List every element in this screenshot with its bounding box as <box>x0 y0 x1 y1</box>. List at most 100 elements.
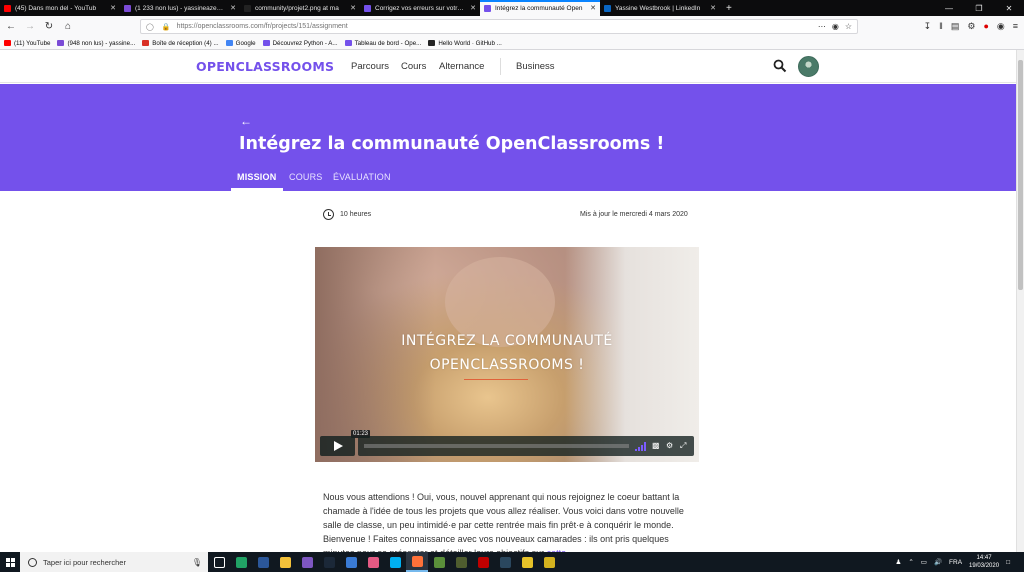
download-icon[interactable]: ↧ <box>924 21 932 32</box>
people-icon[interactable]: ♟ <box>896 558 902 566</box>
word-taskbar-icon[interactable] <box>252 552 274 572</box>
app-pink-taskbar-icon[interactable] <box>362 552 384 572</box>
extension-icon-2[interactable]: ◉ <box>997 21 1005 32</box>
browser-tab-strip: (45) Dans mon del - YouTub ✕ (1 233 non lu… <box>0 0 1024 16</box>
bookmark-item[interactable]: (948 non lus) - yassine... <box>57 40 135 47</box>
bookmark-item[interactable]: (11) YouTube <box>4 40 50 47</box>
forward-arrow-icon[interactable]: → <box>22 19 38 35</box>
nav-cours[interactable]: Cours <box>401 61 426 72</box>
bookmark-label: Boîte de réception (4) ... <box>152 39 219 47</box>
url-bar[interactable]: ◯ 🔒 https://openclassrooms.com/fr/projec… <box>140 19 858 34</box>
taskbar-date: 19/03/2020 <box>969 563 1000 569</box>
tab-close-icon[interactable]: ✕ <box>590 4 596 12</box>
bookmark-item[interactable]: Google <box>225 40 256 47</box>
video-player[interactable]: INTÉGREZ LA COMMUNAUTÉ OPENCLASSROOMS ! … <box>315 247 699 462</box>
filezilla-taskbar-icon[interactable] <box>472 552 494 572</box>
firefox-taskbar-icon[interactable] <box>406 552 428 572</box>
bookmark-favicon-icon <box>262 40 270 46</box>
browser-tab[interactable]: community/projet2.png at ma ✕ <box>240 0 360 16</box>
sidebar-icon[interactable]: ▤ <box>951 21 960 32</box>
bookmark-favicon-icon <box>344 40 352 46</box>
library-icon[interactable]: ‖ <box>939 21 943 32</box>
tab-cours[interactable]: COURS <box>289 172 323 182</box>
tab-title: Corrigez vos erreurs sur votre ci <box>375 4 468 12</box>
nav-divider <box>500 58 501 75</box>
tab-title: community/projet2.png at ma <box>255 4 339 12</box>
browser-tab[interactable]: (1 233 non lus) - yassineazem@ ✕ <box>120 0 240 16</box>
tab-mission[interactable]: MISSION <box>237 172 276 182</box>
app-green-taskbar-icon[interactable] <box>428 552 450 572</box>
app-network-taskbar-icon[interactable] <box>340 552 362 572</box>
back-arrow-icon[interactable]: ← <box>3 19 19 35</box>
file-explorer-taskbar-icon[interactable] <box>274 552 296 572</box>
cortana-icon <box>28 557 37 567</box>
app-game-taskbar-icon[interactable] <box>450 552 472 572</box>
close-window-icon[interactable]: ✕ <box>994 4 1024 13</box>
taskbar-clock[interactable]: 14:47 19/03/2020 <box>969 554 999 570</box>
steam-taskbar-icon[interactable] <box>318 552 340 572</box>
home-icon[interactable]: ⌂ <box>60 19 76 35</box>
video-progress-bar[interactable] <box>364 444 629 448</box>
nav-business[interactable]: Business <box>516 61 555 72</box>
windows-start-icon[interactable] <box>0 552 20 572</box>
speaker-icon[interactable]: 🔊 <box>934 558 942 566</box>
skype-taskbar-icon[interactable] <box>384 552 406 572</box>
play-button[interactable] <box>320 436 355 456</box>
app-purple-taskbar-icon[interactable] <box>296 552 318 572</box>
taskbar-search[interactable]: Taper ici pour rechercher 🎙 <box>20 552 208 572</box>
settings-gear-icon[interactable]: ⚙ <box>666 441 673 450</box>
language-indicator[interactable]: FRA <box>949 559 962 566</box>
bookmark-star-icon[interactable]: ☆ <box>845 22 852 31</box>
network-icon[interactable]: ▭ <box>921 558 927 566</box>
browser-tab[interactable]: Intégrez la communauté Open ✕ <box>480 0 600 16</box>
bookmark-item[interactable]: Boîte de réception (4) ... <box>142 39 219 47</box>
app-yellow-taskbar-icon[interactable] <box>516 552 538 572</box>
captions-icon[interactable]: ▩ <box>652 441 660 450</box>
page-scrollbar[interactable] <box>1016 50 1024 552</box>
bookmark-item[interactable]: Tableau de bord - Ope... <box>344 39 422 47</box>
tab-close-icon[interactable]: ✕ <box>470 4 476 12</box>
notification-icon[interactable]: □ <box>1006 559 1010 566</box>
browser-tab[interactable]: (45) Dans mon del - YouTub ✕ <box>0 0 120 16</box>
tray-chevron-icon[interactable]: ⌃ <box>908 558 913 566</box>
bookmark-item[interactable]: Découvrez Python - A... <box>262 40 338 47</box>
page-actions-icon[interactable]: ⋯ <box>818 22 826 31</box>
tab-evaluation[interactable]: ÉVALUATION <box>333 172 391 182</box>
scrollbar-thumb[interactable] <box>1018 60 1023 290</box>
extension-badge-icon[interactable]: ● <box>983 21 988 32</box>
app-yellow-2-taskbar-icon[interactable] <box>538 552 560 572</box>
menu-icon[interactable]: ≡ <box>1013 21 1018 32</box>
volume-icon[interactable] <box>635 442 647 451</box>
nav-parcours[interactable]: Parcours <box>351 61 389 72</box>
taskbar-apps <box>208 552 560 572</box>
back-arrow-icon[interactable]: ← <box>240 114 252 128</box>
bookmark-item[interactable]: Hello World · GitHub ... <box>428 40 502 47</box>
reload-icon[interactable]: ↻ <box>41 19 57 35</box>
restore-icon[interactable]: ❐ <box>964 4 994 13</box>
lock-icon[interactable]: 🔒 <box>162 23 171 31</box>
user-avatar[interactable] <box>798 56 819 77</box>
extension-icon[interactable]: ⚙ <box>967 21 975 32</box>
pocket-icon[interactable]: ◉ <box>832 22 839 31</box>
search-icon[interactable] <box>773 59 787 73</box>
fullscreen-icon[interactable]: ⤢ <box>680 441 686 451</box>
nav-alternance[interactable]: Alternance <box>439 61 484 72</box>
tab-close-icon[interactable]: ✕ <box>110 4 116 12</box>
browser-tab[interactable]: Yassine Westbrook | LinkedIn ✕ <box>600 0 720 16</box>
microphone-icon[interactable]: 🎙 <box>192 558 202 567</box>
openclassrooms-logo[interactable]: OPENCLASSROOMS <box>196 59 334 74</box>
new-tab-button[interactable]: + <box>720 3 738 14</box>
task-view-taskbar-icon[interactable] <box>208 552 230 572</box>
excel-taskbar-icon[interactable] <box>230 552 252 572</box>
active-tab-indicator <box>231 188 283 191</box>
browser-toolbar: ← → ↻ ⌂ ◯ 🔒 https://openclassrooms.com/f… <box>0 16 1024 37</box>
tab-close-icon[interactable]: ✕ <box>230 4 236 12</box>
shield-icon[interactable]: ◯ <box>146 23 154 31</box>
browser-tab[interactable]: Corrigez vos erreurs sur votre ci ✕ <box>360 0 480 16</box>
steam-2-taskbar-icon[interactable] <box>494 552 516 572</box>
tab-close-icon[interactable]: ✕ <box>350 4 356 12</box>
clock-icon <box>323 209 334 220</box>
minimize-icon[interactable]: — <box>934 4 964 13</box>
tab-close-icon[interactable]: ✕ <box>710 4 716 12</box>
bookmark-label: Tableau de bord - Ope... <box>354 39 422 47</box>
